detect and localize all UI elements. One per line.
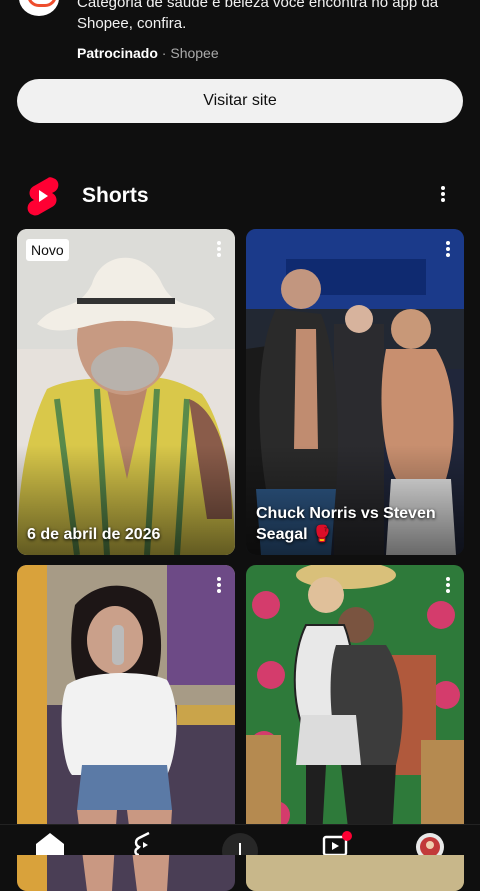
short-more-button[interactable] bbox=[209, 575, 229, 599]
ad-description: Categoria de saúde e beleza você encontr… bbox=[77, 0, 439, 32]
short-caption: 6 de abril de 2026 bbox=[27, 526, 161, 543]
nav-home[interactable] bbox=[30, 829, 70, 855]
shorts-header: Shorts bbox=[0, 170, 480, 222]
visit-site-button[interactable]: Visitar site bbox=[17, 79, 463, 123]
nav-subscriptions[interactable] bbox=[316, 829, 356, 857]
meta-separator: · bbox=[161, 45, 167, 61]
short-card[interactable]: Novo 6 de abril de 2026 bbox=[17, 229, 235, 555]
section-more-button[interactable] bbox=[433, 184, 453, 208]
shopee-logo[interactable] bbox=[19, 0, 59, 16]
bottom-nav bbox=[0, 824, 480, 869]
sponsored-label: Patrocinado bbox=[77, 45, 158, 61]
nav-you[interactable] bbox=[410, 829, 450, 861]
avatar-icon bbox=[416, 833, 444, 861]
short-caption: Chuck Norris vs Steven Seagal 🥊 bbox=[256, 505, 436, 543]
short-more-button[interactable] bbox=[438, 239, 458, 263]
section-title: Shorts bbox=[82, 184, 149, 207]
shorts-icon bbox=[134, 831, 150, 857]
short-more-button[interactable] bbox=[209, 239, 229, 263]
sponsored-ad: Categoria de saúde e beleza você encontr… bbox=[0, 0, 480, 150]
create-icon bbox=[222, 833, 258, 869]
subscriptions-icon bbox=[322, 831, 352, 857]
shorts-logo-icon bbox=[27, 177, 59, 216]
ad-meta: Patrocinado · Shopee bbox=[77, 45, 219, 61]
new-badge: Novo bbox=[26, 239, 69, 261]
home-icon bbox=[36, 833, 64, 855]
short-card[interactable]: Chuck Norris vs Steven Seagal 🥊 bbox=[246, 229, 464, 555]
nav-shorts[interactable] bbox=[125, 829, 165, 857]
nav-create[interactable] bbox=[220, 829, 260, 869]
short-more-button[interactable] bbox=[438, 575, 458, 599]
advertiser-name: Shopee bbox=[170, 45, 219, 61]
